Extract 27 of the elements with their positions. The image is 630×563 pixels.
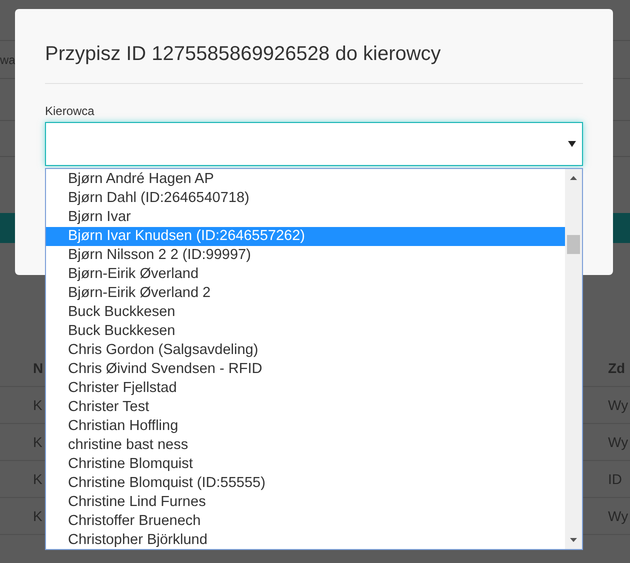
dropdown-option[interactable]: Bjørn Ivar (46, 208, 565, 227)
dropdown-option[interactable]: Christine Blomquist (ID:55555) (46, 474, 565, 493)
dropdown-option[interactable]: Chris Gordon (Salgsavdeling) (46, 341, 565, 360)
dropdown-option[interactable]: Christer Fjellstad (46, 379, 565, 398)
dropdown-option[interactable]: Chris Øivind Svendsen - RFID (46, 360, 565, 379)
dropdown-option[interactable]: Christopher Björklund (46, 531, 565, 550)
dropdown-option[interactable]: Bjørn-Eirik Øverland 2 (46, 284, 565, 303)
dropdown-option[interactable]: Christine Lind Furnes (46, 493, 565, 512)
dropdown-option[interactable]: Buck Buckkesen (46, 322, 565, 341)
scroll-up-icon[interactable] (570, 176, 577, 180)
dropdown-option[interactable]: Christian Hoffling (46, 417, 565, 436)
dropdown-option[interactable]: Christoffer Bruenech (46, 512, 565, 531)
field-label: Kierowca (45, 103, 96, 120)
dropdown-option[interactable]: Buck Buckkesen (46, 303, 565, 322)
dropdown-option[interactable]: Bjørn Dahl (ID:2646540718) (46, 189, 565, 208)
dropdown-option[interactable]: Bjørn André Hagen AP (46, 170, 565, 189)
dropdown-option[interactable]: Bjørn Nilsson 2 2 (ID:99997) (46, 246, 565, 265)
modal-title: Przypisz ID 1275585869926528 do kierowcy (45, 42, 442, 67)
scrollbar-thumb[interactable] (567, 235, 580, 254)
caret-icon (568, 141, 576, 147)
dropdown-option[interactable]: Christine Blomquist (46, 455, 565, 474)
dropdown-option[interactable]: Bjørn-Eirik Øverland (46, 265, 565, 284)
scroll-down-icon[interactable] (570, 538, 577, 542)
dropdown-option[interactable]: Christer Test (46, 398, 565, 417)
driver-select[interactable] (45, 122, 583, 166)
scrollbar[interactable] (565, 169, 582, 549)
dropdown-option[interactable]: christine bast ness (46, 436, 565, 455)
